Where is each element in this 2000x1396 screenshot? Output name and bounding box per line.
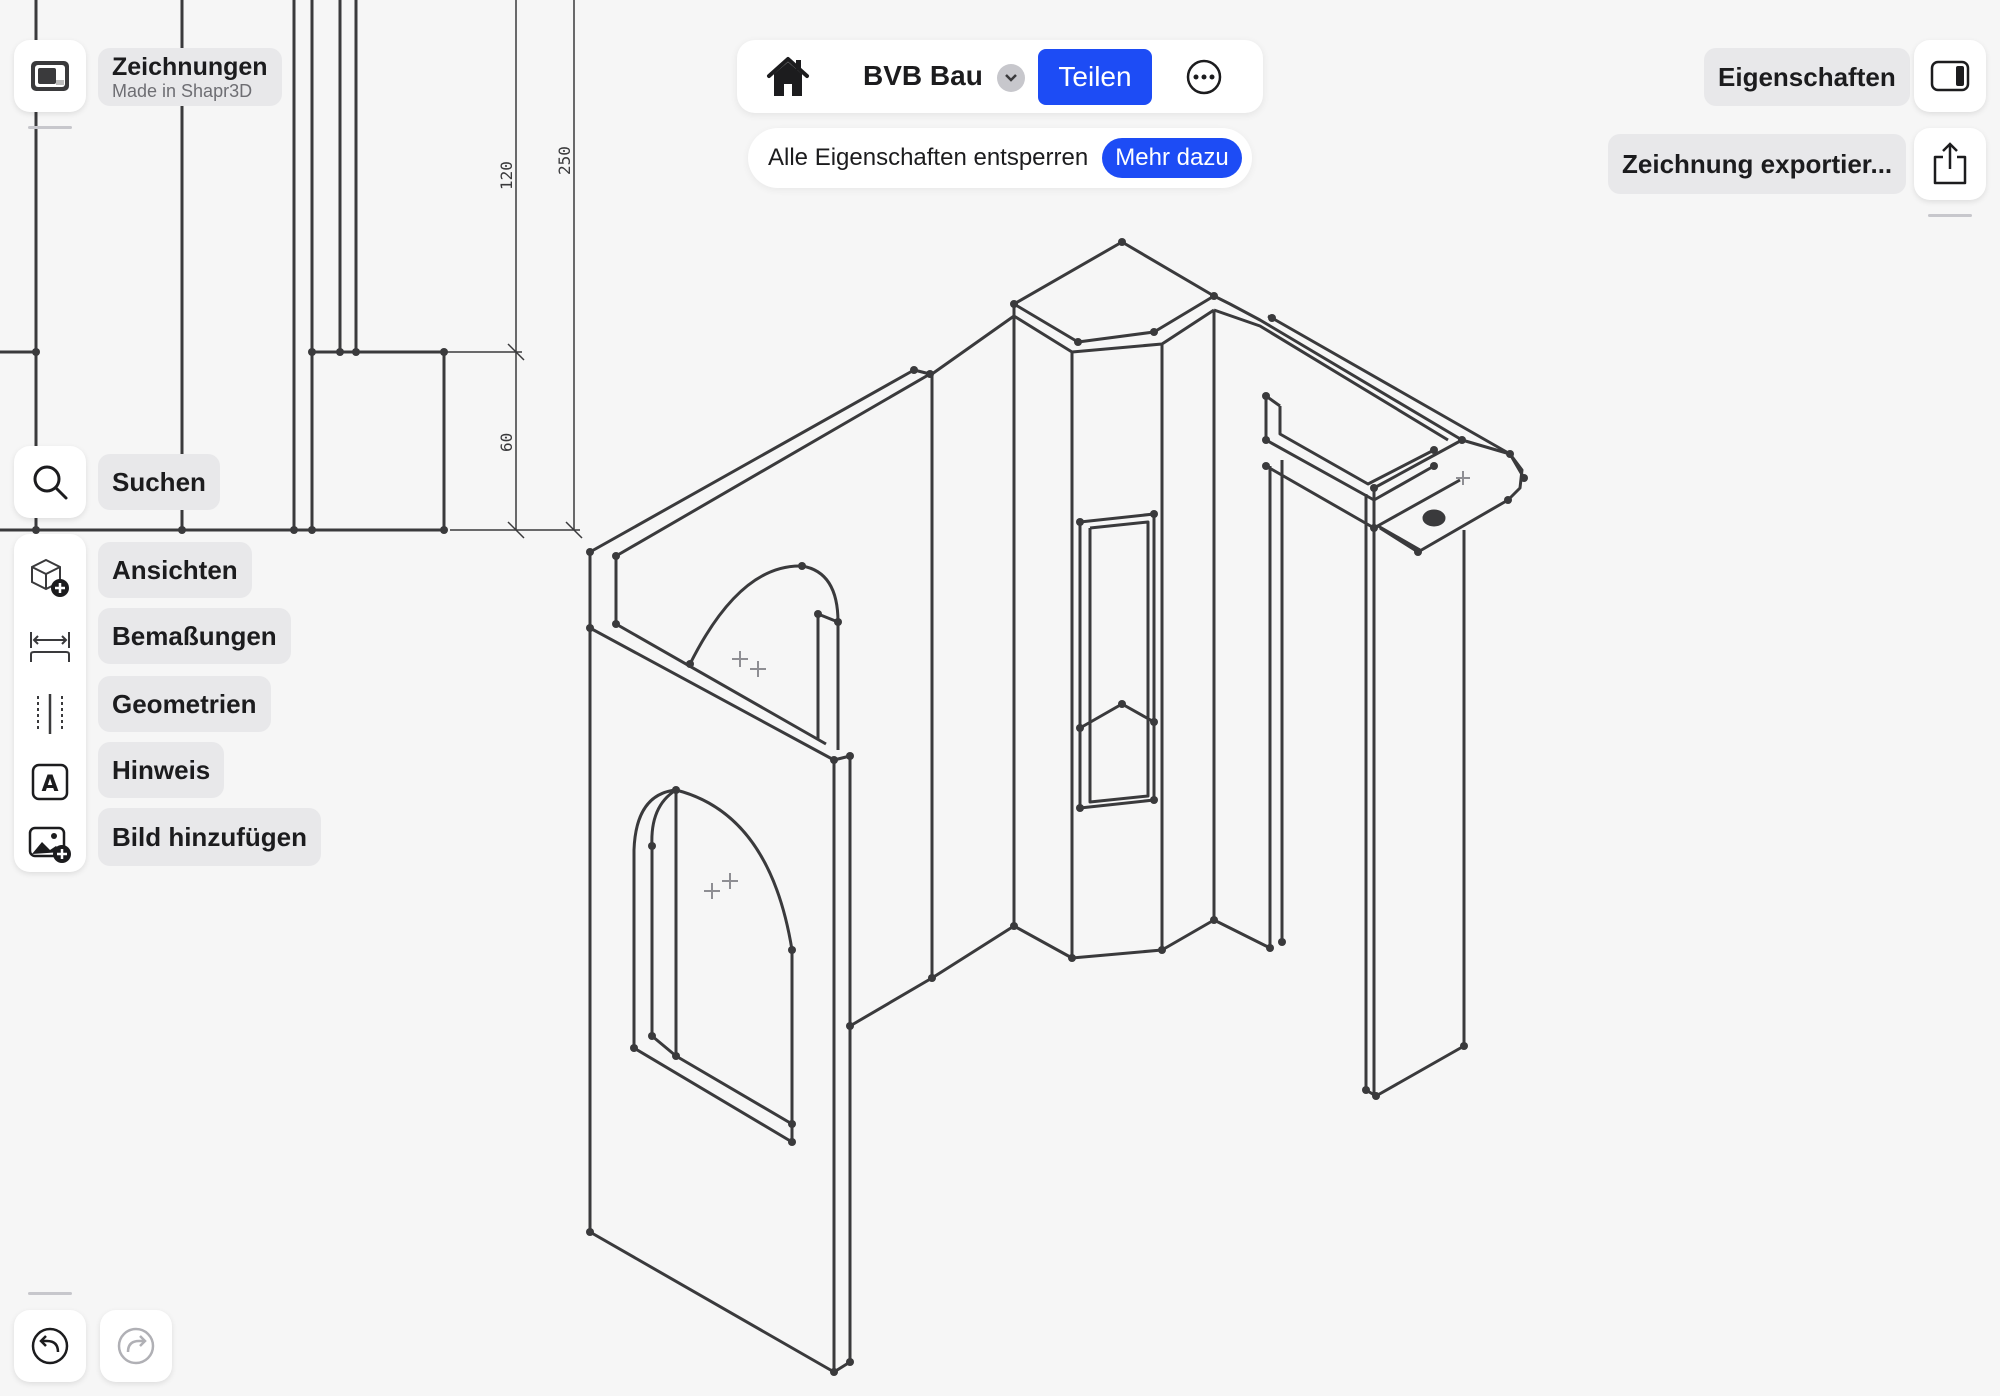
panel-handle-bottom-left[interactable]: [28, 1292, 72, 1295]
side-view-vertices: [32, 348, 448, 534]
export-button[interactable]: [1914, 128, 1986, 200]
export-drawing-label[interactable]: Zeichnung exportier...: [1608, 134, 1907, 194]
redo-button[interactable]: [100, 1310, 172, 1382]
more-options-icon: [1186, 59, 1222, 95]
tool-label-add-image[interactable]: Bild hinzufügen: [98, 808, 321, 866]
annotation-text-icon: A: [31, 763, 69, 801]
dimension-label-120: 120: [497, 161, 516, 190]
tool-note-button[interactable]: A: [14, 752, 86, 812]
dimension-label-60: 60: [497, 433, 516, 452]
share-export-icon: [1933, 142, 1967, 185]
dimension-lines: [444, 0, 583, 539]
share-button[interactable]: Teilen: [1038, 49, 1152, 105]
undo-icon: [31, 1327, 69, 1365]
drawing-sheet-icon: [31, 61, 69, 91]
dimension-icon: [30, 632, 70, 662]
isometric-vertices: [586, 238, 1528, 1376]
tool-label-dimensions[interactable]: Bemaßungen: [98, 608, 291, 664]
tools-panel: A: [14, 534, 86, 872]
tool-views-button[interactable]: [14, 548, 86, 608]
learn-more-button[interactable]: Mehr dazu: [1102, 138, 1242, 178]
home-button[interactable]: [763, 52, 813, 102]
project-dropdown-button[interactable]: [997, 64, 1025, 92]
dimension-labels: 120 250 60: [497, 146, 574, 452]
tool-label-geometry[interactable]: Geometrien: [98, 676, 271, 732]
unlock-text: Alle Eigenschaften entsperren: [768, 144, 1089, 171]
search-icon: [33, 465, 68, 500]
tool-label-views[interactable]: Ansichten: [98, 542, 252, 598]
sidebar-toggle-icon: [1930, 60, 1970, 92]
drawings-title: Zeichnungen: [112, 53, 268, 81]
more-options-button[interactable]: [1183, 56, 1225, 98]
properties-panel-toggle[interactable]: [1914, 40, 1986, 112]
tool-dimensions-button[interactable]: [14, 616, 86, 676]
chevron-down-icon: [1005, 74, 1017, 82]
drawings-button[interactable]: [14, 40, 86, 112]
drawing-canvas[interactable]: 120 250 60: [0, 0, 2000, 1396]
home-icon: [767, 57, 809, 96]
search-label[interactable]: Suchen: [98, 454, 220, 510]
project-name[interactable]: BVB Bau: [863, 60, 983, 92]
dimension-label-250: 250: [555, 146, 574, 175]
unlock-banner: Alle Eigenschaften entsperren Mehr dazu: [748, 128, 1252, 188]
properties-label[interactable]: Eigenschaften: [1704, 48, 1910, 106]
add-image-icon: [28, 826, 71, 863]
geometry-icon: [37, 694, 63, 734]
drawings-subtitle: Made in Shapr3D: [112, 81, 253, 101]
tool-geometry-button[interactable]: [14, 684, 86, 744]
search-button[interactable]: [14, 446, 86, 518]
isometric-view-drawing: [588, 240, 1526, 1374]
tool-label-note[interactable]: Hinweis: [98, 742, 225, 798]
tool-add-image-button[interactable]: [14, 820, 86, 868]
panel-handle-top-right[interactable]: [1928, 214, 1972, 217]
views-cube-add-icon: [31, 558, 69, 597]
undo-button[interactable]: [14, 1310, 86, 1382]
redo-icon: [117, 1327, 155, 1365]
top-toolbar: BVB Bau Teilen: [737, 40, 1263, 113]
svg-text:A: A: [41, 772, 58, 797]
drawings-title-pill[interactable]: Zeichnungen Made in Shapr3D: [98, 48, 282, 106]
panel-handle-top-left[interactable]: [28, 126, 72, 129]
